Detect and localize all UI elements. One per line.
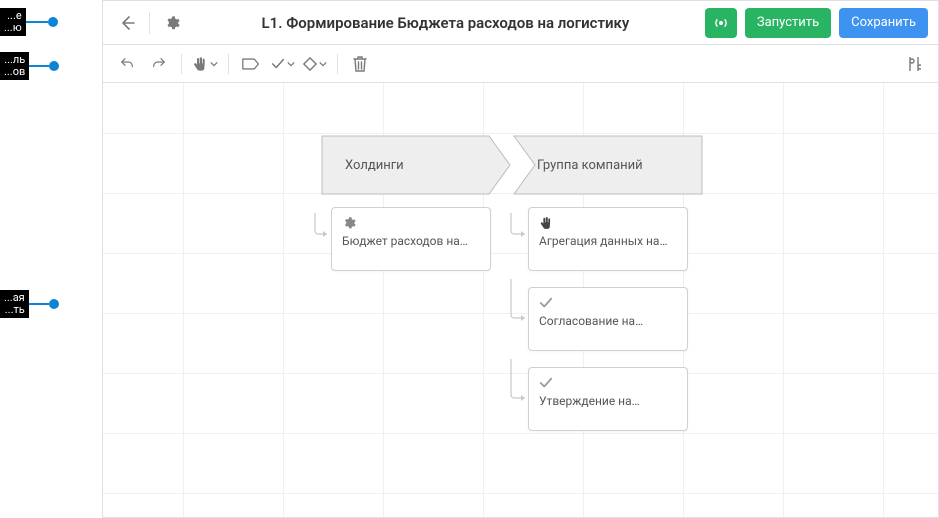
annotation-dot (48, 17, 58, 27)
stage-label: Холдинги (345, 158, 404, 173)
save-button-label: Сохранить (851, 15, 916, 30)
annotation-label: ...ль ...ов (0, 52, 29, 80)
chevron-down-icon (287, 60, 295, 68)
divider (149, 12, 150, 34)
check-icon (271, 57, 285, 71)
check-icon (539, 376, 677, 390)
stage-label: Группа компаний (537, 158, 643, 173)
connector (497, 279, 531, 327)
trash-icon (353, 56, 367, 72)
stage-shape-icon (242, 57, 260, 71)
run-button[interactable]: Запустить (745, 8, 831, 38)
annotation-label: ...ая ...ть (0, 290, 29, 318)
chevron-down-icon (319, 60, 327, 68)
undo-button[interactable] (113, 50, 141, 78)
shape-tool-button[interactable] (237, 50, 265, 78)
stage-holdings[interactable]: Холдинги (321, 135, 511, 195)
connector (497, 359, 531, 407)
task-label: Агрегация данных на… (539, 234, 677, 248)
delete-button[interactable] (346, 50, 374, 78)
connector (303, 213, 333, 243)
settings-button[interactable] (158, 9, 186, 37)
task-card-aggregation[interactable]: Агрегация данных на… (528, 207, 688, 271)
annotation-dot (49, 299, 59, 309)
pan-tool-dropdown[interactable] (190, 52, 220, 76)
gear-icon (342, 216, 480, 230)
stage-group[interactable]: Группа компаний (513, 135, 703, 195)
arrow-left-icon (119, 15, 135, 31)
annotation-connector (29, 65, 49, 67)
gear-icon (164, 15, 180, 31)
diamond-tool-dropdown[interactable] (301, 53, 329, 75)
workflow-canvas[interactable]: Холдинги Группа компаний (103, 83, 938, 517)
task-card-confirmation[interactable]: Утверждение на… (528, 367, 688, 431)
redo-button[interactable] (145, 50, 173, 78)
run-icon-button[interactable] (705, 8, 737, 38)
task-label: Бюджет расходов на… (342, 234, 480, 248)
page-title: L1. Формирование Бюджета расходов на лог… (194, 14, 697, 32)
broadcast-icon (713, 15, 729, 31)
settings-sliders-button[interactable] (900, 50, 928, 78)
run-button-label: Запустить (757, 15, 819, 30)
back-button[interactable] (113, 9, 141, 37)
annotation-connector (29, 303, 49, 305)
check-icon (539, 296, 677, 310)
divider (228, 54, 229, 74)
toolbar (103, 45, 938, 83)
task-label: Утверждение на… (539, 394, 677, 408)
chevron-down-icon (210, 60, 218, 68)
divider (181, 54, 182, 74)
task-card-budget[interactable]: Бюджет расходов на… (331, 207, 491, 271)
app-frame: L1. Формирование Бюджета расходов на лог… (102, 0, 939, 518)
hand-icon (192, 56, 208, 72)
connector (497, 213, 531, 243)
save-button[interactable]: Сохранить (839, 8, 928, 38)
divider (337, 54, 338, 74)
header-bar: L1. Формирование Бюджета расходов на лог… (103, 1, 938, 45)
hand-icon (539, 216, 677, 230)
sliders-icon (907, 56, 921, 72)
annotation-dot (49, 61, 59, 71)
undo-icon (119, 56, 135, 72)
check-tool-dropdown[interactable] (269, 53, 297, 75)
task-card-approval[interactable]: Согласование на… (528, 287, 688, 351)
diamond-icon (303, 57, 317, 71)
redo-icon (151, 56, 167, 72)
annotation-connector (26, 21, 48, 23)
task-label: Согласование на… (539, 314, 677, 328)
annotation-label: ...е ...ю (0, 8, 26, 36)
